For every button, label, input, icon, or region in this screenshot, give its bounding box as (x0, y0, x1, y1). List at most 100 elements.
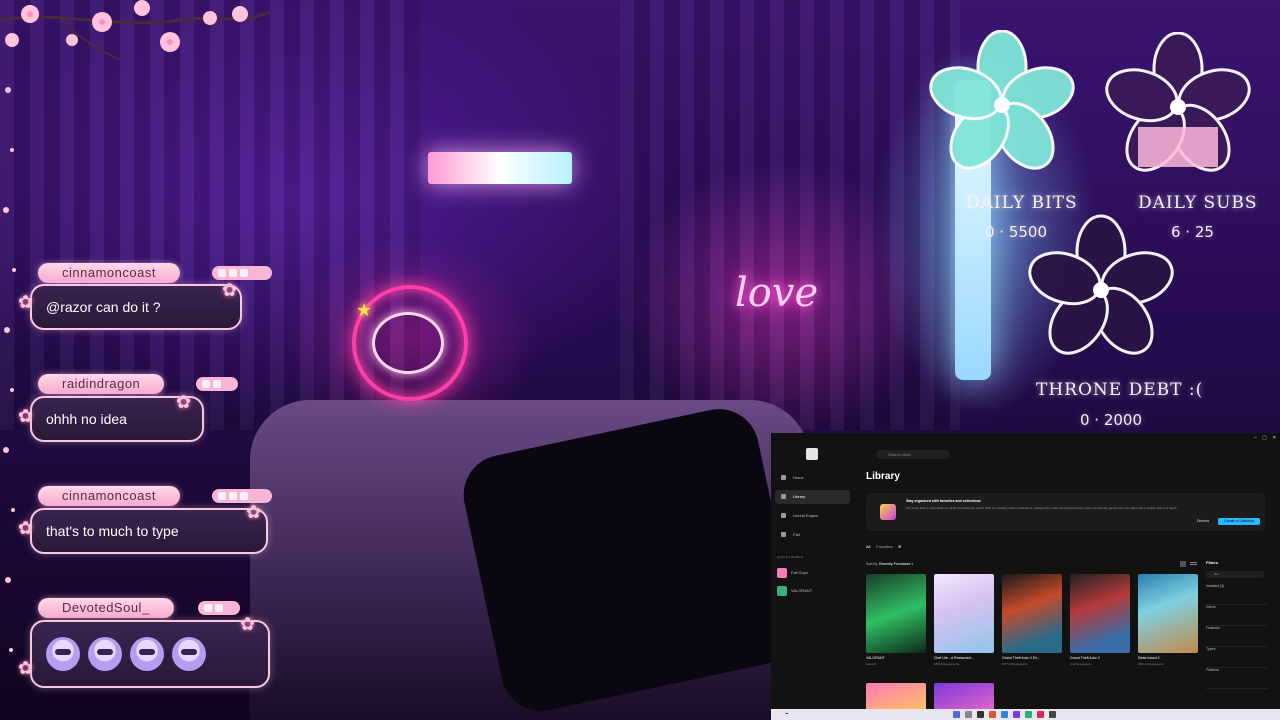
game-title: Grand Theft Auto V (1070, 656, 1100, 660)
game-cover (866, 574, 926, 653)
blossom-icon: ✿ (18, 406, 34, 427)
taskbar-icons (953, 711, 1103, 718)
search-icon[interactable] (965, 711, 972, 718)
game-cover (1002, 574, 1062, 653)
sort-label: Sort by: (866, 562, 879, 566)
blossom-icon: ✿ (240, 614, 256, 635)
launcher-sidebar: Home Library Unreal Engine Fab QUICK LAU… (771, 467, 856, 720)
throne-goal-flower-icon (1028, 214, 1174, 355)
quick-launch-label: QUICK LAUNCH (777, 555, 804, 559)
game-status: 0/50 Achievements (1138, 662, 1164, 666)
blossom-icon: ✿ (18, 658, 34, 679)
home-icon (781, 475, 786, 480)
app-icon[interactable] (1013, 711, 1020, 718)
game-card[interactable]: VALORANT Launch (866, 574, 926, 666)
filter-installed[interactable]: Installed (3) (1206, 584, 1268, 605)
game-cover (1070, 574, 1130, 653)
quick-launch-item[interactable]: Fall Guys (777, 567, 808, 579)
launcher-logo-icon[interactable] (806, 448, 818, 460)
library-tabs: All Favorites ⊕ (866, 544, 901, 549)
start-icon[interactable] (953, 711, 960, 718)
bits-goal-title: DAILY BITS (966, 193, 1078, 213)
subs-goal-title: DAILY SUBS (1138, 193, 1258, 213)
filter-platform[interactable]: Platform (1206, 668, 1268, 689)
app-icon[interactable] (977, 711, 984, 718)
bits-goal-value: 0 · 5500 (985, 223, 1048, 241)
chevron-down-icon: ▾ (911, 562, 914, 566)
create-collection-button[interactable]: Create a Collection (1218, 518, 1260, 525)
store-search-input[interactable]: Search store (876, 450, 950, 459)
filter-types[interactable]: Types (1206, 647, 1268, 668)
windows-taskbar: ☁ (771, 709, 1280, 720)
filter-genre[interactable]: Genre (1206, 605, 1268, 626)
weather-widget[interactable]: ☁ (785, 711, 789, 715)
chat-emote-row (30, 620, 270, 688)
quick-launch-item[interactable]: VALORANT (777, 585, 812, 597)
game-card[interactable]: Dead Island 2 0/50 Achievements (1138, 574, 1198, 666)
bits-goal-flower-icon (929, 30, 1075, 170)
game-launcher-window: – ▢ ✕ Search store Home Library Unreal E… (771, 433, 1280, 720)
add-tab-icon[interactable]: ⊕ (898, 544, 901, 549)
collections-icon (880, 504, 896, 520)
sort-value: Recently Purchased (879, 562, 911, 566)
emote-icon (172, 637, 206, 671)
filter-search-input[interactable]: title (1206, 571, 1264, 578)
game-title: Grand Theft Auto V En... (1002, 656, 1041, 660)
subs-goal-flower-icon (1105, 32, 1251, 172)
app-icon[interactable] (1037, 711, 1044, 718)
game-status: 0 Achievements (1070, 662, 1092, 666)
game-title: Chef Life - A Restaurant... (934, 656, 975, 660)
game-status: Launch (866, 662, 876, 666)
blossom-icon: ✿ (222, 280, 238, 301)
sidebar-item-library[interactable]: Library (775, 490, 850, 504)
tab-all[interactable]: All (866, 544, 870, 549)
view-toggle[interactable] (1179, 560, 1199, 568)
stream-overlay: ★ love DAILY BITS 0 · 5500 DAILY SUBS 6 … (0, 0, 1280, 720)
app-icon[interactable] (1001, 711, 1008, 718)
game-card[interactable]: Grand Theft Auto V 0 Achievements (1070, 574, 1130, 666)
collections-banner: Stay organized with favorites and collec… (866, 493, 1265, 531)
emote-icon (88, 637, 122, 671)
throne-goal-value: 0 · 2000 (1080, 411, 1143, 429)
blossom-icon: ✿ (246, 502, 262, 523)
filter-features[interactable]: Features (1206, 626, 1268, 647)
blossom-icon: ✿ (18, 292, 34, 313)
game-thumb (777, 586, 787, 596)
list-view-icon[interactable] (1190, 564, 1197, 565)
game-card[interactable]: Grand Theft Auto V En... 0/77 Achievemen… (1002, 574, 1062, 666)
chat-username: raidindragon (38, 374, 165, 394)
game-title: VALORANT (866, 656, 885, 660)
window-titlebar (771, 433, 1280, 441)
dismiss-button[interactable]: Dismiss (1197, 519, 1209, 523)
library-icon (781, 494, 786, 499)
game-status: 0/50 Achievements (934, 662, 960, 666)
sort-control[interactable]: Sort by: Recently Purchased ▾ (866, 562, 913, 566)
sidebar-item-home[interactable]: Home (775, 471, 850, 485)
game-thumb (777, 568, 787, 578)
grid-view-icon[interactable] (1180, 561, 1186, 567)
emote-icon (46, 637, 80, 671)
emote-icon (130, 637, 164, 671)
sidebar-item-unreal-engine[interactable]: Unreal Engine (775, 509, 850, 523)
unreal-icon (781, 513, 786, 518)
rainbow-light-sign (428, 152, 572, 184)
app-icon[interactable] (1025, 711, 1032, 718)
game-cover (934, 574, 994, 653)
sidebar-item-fab[interactable]: Fab (775, 528, 850, 542)
subs-goal-value: 6 · 25 (1171, 223, 1214, 241)
neon-star-icon: ★ (356, 300, 373, 321)
chat-text: that's to much to type (30, 508, 268, 554)
blossom-icon: ✿ (176, 392, 192, 413)
fab-icon (781, 532, 786, 537)
cherry-blossom-branch (0, 0, 270, 61)
game-card[interactable]: Chef Life - A Restaurant... 0/50 Achieve… (934, 574, 994, 666)
curtain-right (620, 0, 960, 430)
app-icon[interactable] (989, 711, 996, 718)
throne-goal-title: THRONE DEBT :( (1036, 380, 1204, 400)
page-title: Library (866, 471, 900, 482)
banner-text: Too many titles in your library to easil… (906, 506, 1177, 510)
tab-favorites[interactable]: Favorites (876, 544, 892, 549)
app-icon[interactable] (1049, 711, 1056, 718)
chat-username: cinnamoncoast (38, 263, 180, 283)
chat-username: DevotedSoul_ (38, 598, 174, 618)
